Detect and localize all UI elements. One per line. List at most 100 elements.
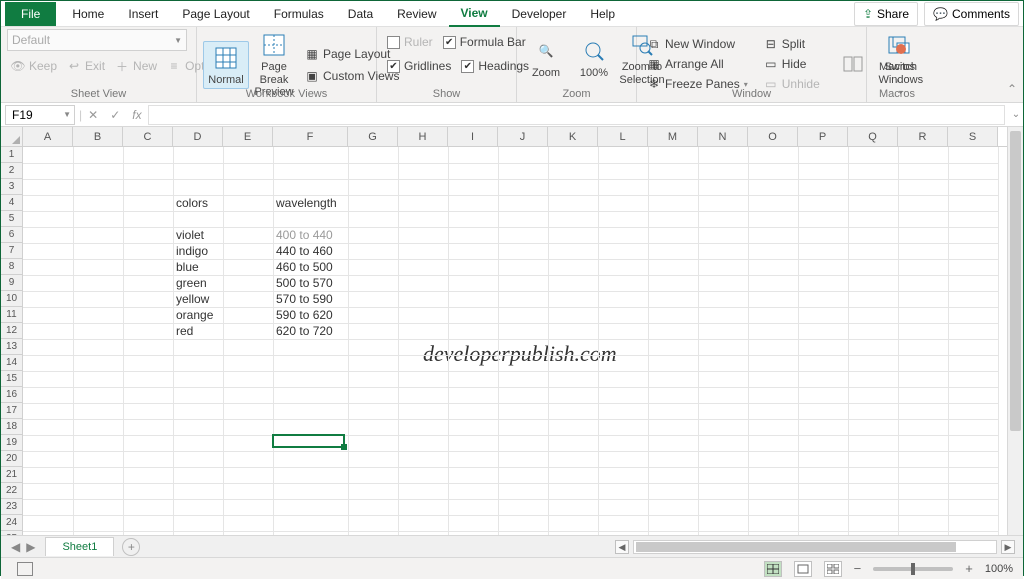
col-header-S[interactable]: S xyxy=(948,127,998,146)
cell-F11[interactable]: 590 to 620 xyxy=(273,307,345,323)
macros-button[interactable]: Macros▾ xyxy=(873,29,921,87)
zoom-level[interactable]: 100% xyxy=(985,563,1013,575)
vertical-scrollbar[interactable] xyxy=(1007,127,1023,535)
cell-D7[interactable]: indigo xyxy=(173,243,220,259)
col-header-N[interactable]: N xyxy=(698,127,748,146)
cell-D6[interactable]: violet xyxy=(173,227,220,243)
sheetview-dropdown[interactable]: Default▼ xyxy=(7,29,187,51)
tab-review[interactable]: Review xyxy=(385,2,448,26)
col-header-O[interactable]: O xyxy=(748,127,798,146)
row-header-8[interactable]: 8 xyxy=(1,259,22,275)
row-header-7[interactable]: 7 xyxy=(1,243,22,259)
row-header-14[interactable]: 14 xyxy=(1,355,22,371)
zoom-in-button[interactable]: + xyxy=(965,561,973,576)
cell-D4[interactable]: colors xyxy=(173,195,220,211)
row-header-17[interactable]: 17 xyxy=(1,403,22,419)
row-header-4[interactable]: 4 xyxy=(1,195,22,211)
col-header-J[interactable]: J xyxy=(498,127,548,146)
col-header-I[interactable]: I xyxy=(448,127,498,146)
row-header-10[interactable]: 10 xyxy=(1,291,22,307)
row-header-23[interactable]: 23 xyxy=(1,499,22,515)
record-macro-icon[interactable] xyxy=(17,562,33,576)
gridlines-check[interactable]: ✔Gridlines xyxy=(383,57,455,75)
col-header-D[interactable]: D xyxy=(173,127,223,146)
tab-home[interactable]: Home xyxy=(60,2,116,26)
cell-F4[interactable]: wavelength xyxy=(273,195,345,211)
chevron-down-icon[interactable]: ▼ xyxy=(60,110,74,119)
col-header-M[interactable]: M xyxy=(648,127,698,146)
add-sheet-button[interactable]: + xyxy=(122,538,140,556)
col-header-C[interactable]: C xyxy=(123,127,173,146)
cell-D9[interactable]: green xyxy=(173,275,220,291)
row-header-22[interactable]: 22 xyxy=(1,483,22,499)
col-header-K[interactable]: K xyxy=(548,127,598,146)
zoom100-button[interactable]: 100% xyxy=(571,35,617,82)
comments-button[interactable]: 💬Comments xyxy=(924,2,1019,26)
col-header-E[interactable]: E xyxy=(223,127,273,146)
share-button[interactable]: ⇪Share xyxy=(854,2,918,26)
sheet-tab-1[interactable]: Sheet1 xyxy=(45,537,114,556)
page-layout-view-icon[interactable] xyxy=(794,561,812,577)
horizontal-scrollbar[interactable]: ◀ ▶ xyxy=(615,540,1015,554)
select-all-corner[interactable] xyxy=(1,127,23,146)
row-header-12[interactable]: 12 xyxy=(1,323,22,339)
formula-input[interactable] xyxy=(148,105,1005,125)
row-header-9[interactable]: 9 xyxy=(1,275,22,291)
normal-view-icon[interactable] xyxy=(764,561,782,577)
row-header-18[interactable]: 18 xyxy=(1,419,22,435)
normal-view-button[interactable]: Normal xyxy=(203,41,249,90)
row-header-11[interactable]: 11 xyxy=(1,307,22,323)
col-header-A[interactable]: A xyxy=(23,127,73,146)
zoom-slider[interactable] xyxy=(873,567,953,571)
col-header-R[interactable]: R xyxy=(898,127,948,146)
col-header-H[interactable]: H xyxy=(398,127,448,146)
hscroll-thumb[interactable] xyxy=(636,542,956,552)
scroll-left-icon[interactable]: ◀ xyxy=(615,540,629,554)
tab-insert[interactable]: Insert xyxy=(116,2,170,26)
cell-F12[interactable]: 620 to 720 xyxy=(273,323,345,339)
tab-formulas[interactable]: Formulas xyxy=(262,2,336,26)
col-header-Q[interactable]: Q xyxy=(848,127,898,146)
zoom-button[interactable]: 🔍Zoom xyxy=(523,35,569,82)
scroll-right-icon[interactable]: ▶ xyxy=(1001,540,1015,554)
cell-D11[interactable]: orange xyxy=(173,307,220,323)
vscroll-thumb[interactable] xyxy=(1010,131,1021,431)
row-header-25[interactable]: 25 xyxy=(1,531,22,535)
row-header-6[interactable]: 6 xyxy=(1,227,22,243)
row-header-21[interactable]: 21 xyxy=(1,467,22,483)
name-box[interactable]: F19▼ xyxy=(5,105,75,125)
cell-F8[interactable]: 460 to 500 xyxy=(273,259,345,275)
row-header-13[interactable]: 13 xyxy=(1,339,22,355)
row-header-24[interactable]: 24 xyxy=(1,515,22,531)
row-header-19[interactable]: 19 xyxy=(1,435,22,451)
cell-F10[interactable]: 570 to 590 xyxy=(273,291,345,307)
expand-formula-icon[interactable]: ⌄ xyxy=(1009,109,1023,120)
row-header-16[interactable]: 16 xyxy=(1,387,22,403)
col-header-G[interactable]: G xyxy=(348,127,398,146)
tab-developer[interactable]: Developer xyxy=(500,2,579,26)
arrange-all-button[interactable]: ▦Arrange All xyxy=(643,55,752,73)
tab-view[interactable]: View xyxy=(449,1,500,27)
cell-D8[interactable]: blue xyxy=(173,259,220,275)
cell-F7[interactable]: 440 to 460 xyxy=(273,243,345,259)
row-header-20[interactable]: 20 xyxy=(1,451,22,467)
cell-D10[interactable]: yellow xyxy=(173,291,220,307)
col-header-B[interactable]: B xyxy=(73,127,123,146)
split-button[interactable]: ⊟Split xyxy=(760,35,824,53)
row-header-3[interactable]: 3 xyxy=(1,179,22,195)
zoom-out-button[interactable]: − xyxy=(854,561,862,576)
tab-nav[interactable]: ◀▶ xyxy=(1,540,45,554)
collapse-ribbon-icon[interactable]: ⌃ xyxy=(1007,82,1017,96)
row-header-2[interactable]: 2 xyxy=(1,163,22,179)
col-header-P[interactable]: P xyxy=(798,127,848,146)
col-header-F[interactable]: F xyxy=(273,127,348,146)
col-header-L[interactable]: L xyxy=(598,127,648,146)
pagebreak-view-icon[interactable] xyxy=(824,561,842,577)
hide-button[interactable]: ▭Hide xyxy=(760,55,824,73)
new-window-button[interactable]: ⧉New Window xyxy=(643,35,752,53)
fx-icon[interactable]: fx xyxy=(126,108,147,122)
cell-D12[interactable]: red xyxy=(173,323,220,339)
cell-F6[interactable]: 400 to 440 xyxy=(273,227,345,243)
row-header-1[interactable]: 1 xyxy=(1,147,22,163)
tab-data[interactable]: Data xyxy=(336,2,385,26)
